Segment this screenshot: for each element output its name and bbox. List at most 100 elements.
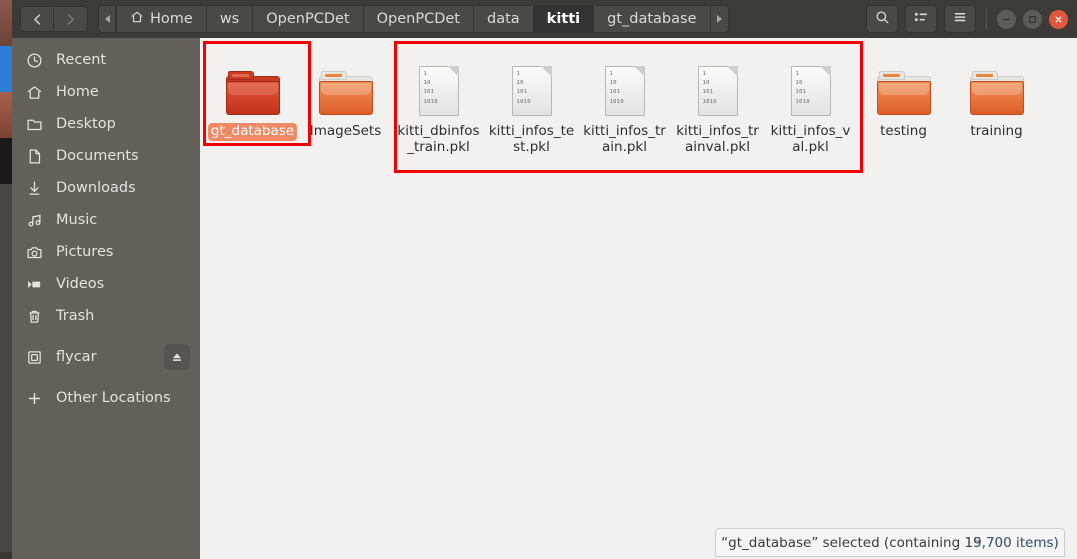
video-icon	[26, 276, 56, 293]
breadcrumb-item-openpcdet-2[interactable]: OpenPCDet	[363, 5, 474, 33]
launcher-icon-10[interactable]	[0, 414, 12, 460]
folder-icon	[26, 116, 56, 133]
sidebar-item-label: Recent	[56, 52, 107, 68]
launcher-icon-3[interactable]	[0, 92, 12, 138]
sidebar-item-home[interactable]: Home	[12, 76, 200, 108]
sidebar-item-trash[interactable]: Trash	[12, 300, 200, 332]
bit-line: 1010	[423, 98, 438, 105]
header-divider	[986, 8, 987, 30]
breadcrumb-scroll-left[interactable]	[98, 5, 116, 33]
launcher-icon-2[interactable]	[0, 46, 12, 92]
bit-line: 10	[516, 80, 524, 87]
view-options-button[interactable]	[905, 5, 937, 33]
camera-icon	[26, 244, 56, 261]
file-item-imagesets[interactable]: ImageSets	[299, 52, 392, 157]
folder-icon	[876, 58, 931, 116]
file-name-label: gt_database	[207, 123, 298, 141]
navigation-buttons	[20, 6, 88, 32]
breadcrumb: Home ws OpenPCDet OpenPCDet data kitti g…	[98, 5, 729, 33]
sidebar-item-other-locations[interactable]: Other Locations	[12, 382, 200, 414]
icon-grid: gt_database ImageSets 1 10 101 1010 kitt…	[206, 52, 1077, 157]
bit-line: 101	[702, 89, 714, 96]
file-item-kitti-infos-trainval[interactable]: 1 10 101 1010 kitti_infos_trainval.pkl	[671, 52, 764, 157]
file-item-training[interactable]: training	[950, 52, 1043, 157]
file-manager-window: Home ws OpenPCDet OpenPCDet data kitti g…	[12, 0, 1077, 559]
eject-button[interactable]	[164, 344, 190, 370]
folder-icon	[969, 58, 1024, 116]
launcher-icon-9[interactable]	[0, 368, 12, 414]
file-name-label: kitti_dbinfos_train.pkl	[397, 123, 480, 155]
forward-button[interactable]	[54, 6, 88, 32]
breadcrumb-scroll-right[interactable]	[710, 5, 729, 33]
folder-icon	[225, 58, 280, 116]
launcher-icon-6[interactable]	[0, 230, 12, 276]
sidebar-item-videos[interactable]: Videos	[12, 268, 200, 300]
launcher-icon-7[interactable]	[0, 276, 12, 322]
unity-launcher[interactable]	[0, 0, 12, 559]
close-button[interactable]	[1049, 9, 1068, 29]
breadcrumb-label: gt_database	[607, 11, 697, 27]
file-item-testing[interactable]: testing	[857, 52, 950, 157]
sidebar-item-pictures[interactable]: Pictures	[12, 236, 200, 268]
file-item-gt-database[interactable]: gt_database	[206, 52, 299, 157]
bit-line: 10	[423, 80, 431, 87]
plus-icon	[26, 390, 56, 407]
launcher-icon-8[interactable]	[0, 322, 12, 368]
breadcrumb-item-openpcdet-1[interactable]: OpenPCDet	[253, 5, 364, 33]
file-item-kitti-infos-train[interactable]: 1 10 101 1010 kitti_infos_train.pkl	[578, 52, 671, 157]
sidebar-item-documents[interactable]: Documents	[12, 140, 200, 172]
breadcrumb-item-kitti[interactable]: kitti	[533, 5, 595, 33]
breadcrumb-label: data	[487, 11, 520, 27]
breadcrumb-item-ws[interactable]: ws	[206, 5, 254, 33]
file-name-label: kitti_infos_trainval.pkl	[676, 123, 759, 155]
sidebar-item-recent[interactable]: Recent	[12, 44, 200, 76]
launcher-icon-5[interactable]	[0, 184, 12, 230]
sidebar-item-flycar[interactable]: flycar	[12, 341, 200, 373]
drive-icon	[26, 349, 56, 366]
back-button[interactable]	[20, 6, 54, 32]
chevron-right-icon	[716, 15, 722, 23]
sidebar-item-label: flycar	[56, 349, 97, 365]
breadcrumb-label: ws	[219, 11, 240, 27]
header-actions	[866, 5, 1068, 33]
sidebar-item-label: Home	[56, 84, 99, 100]
bit-line: 1010	[609, 98, 624, 105]
binary-file-icon: 1 10 101 1010	[418, 58, 459, 116]
sidebar-item-music[interactable]: Music	[12, 204, 200, 236]
file-item-kitti-infos-val[interactable]: 1 10 101 1010 kitti_infos_val.pkl	[764, 52, 857, 157]
breadcrumb-label: kitti	[546, 11, 581, 27]
breadcrumb-item-data[interactable]: data	[474, 5, 534, 33]
launcher-icon-11[interactable]	[0, 460, 12, 506]
search-button[interactable]	[866, 5, 898, 33]
minimize-button[interactable]	[997, 9, 1016, 29]
breadcrumb-item-gt-database[interactable]: gt_database	[594, 5, 711, 33]
file-list-view[interactable]: gt_database ImageSets 1 10 101 1010 kitt…	[200, 38, 1077, 559]
breadcrumb-item-home[interactable]: Home	[116, 5, 207, 33]
header-bar: Home ws OpenPCDet OpenPCDet data kitti g…	[12, 0, 1077, 38]
file-item-kitti-infos-test[interactable]: 1 10 101 1010 kitti_infos_test.pkl	[485, 52, 578, 157]
launcher-icon-4[interactable]	[0, 138, 12, 184]
sidebar: Recent Home Desktop Documents Downloads …	[12, 38, 200, 559]
bit-line: 1010	[516, 98, 531, 105]
bit-line: 101	[423, 89, 435, 96]
document-icon	[26, 148, 56, 165]
file-name-label: testing	[880, 123, 927, 139]
bit-line: 1	[795, 71, 800, 77]
sidebar-item-desktop[interactable]: Desktop	[12, 108, 200, 140]
sidebar-separator	[12, 332, 200, 341]
maximize-button[interactable]	[1023, 9, 1042, 29]
breadcrumb-label: OpenPCDet	[266, 11, 350, 27]
menu-button[interactable]	[944, 5, 976, 33]
binary-file-icon: 1 10 101 1010	[697, 58, 738, 116]
file-item-kitti-dbinfos-train[interactable]: 1 10 101 1010 kitti_dbinfos_train.pkl	[392, 52, 485, 157]
folder-icon	[318, 58, 373, 116]
file-name-label: kitti_infos_val.pkl	[770, 123, 851, 155]
bit-line: 1	[702, 71, 707, 77]
trash-icon	[26, 308, 56, 325]
sidebar-item-label: Other Locations	[56, 390, 171, 406]
bit-line: 10	[609, 80, 617, 87]
sidebar-item-downloads[interactable]: Downloads	[12, 172, 200, 204]
launcher-icon-12[interactable]	[0, 506, 12, 552]
file-name-label: ImageSets	[309, 123, 382, 139]
launcher-icon-1[interactable]	[0, 0, 12, 46]
